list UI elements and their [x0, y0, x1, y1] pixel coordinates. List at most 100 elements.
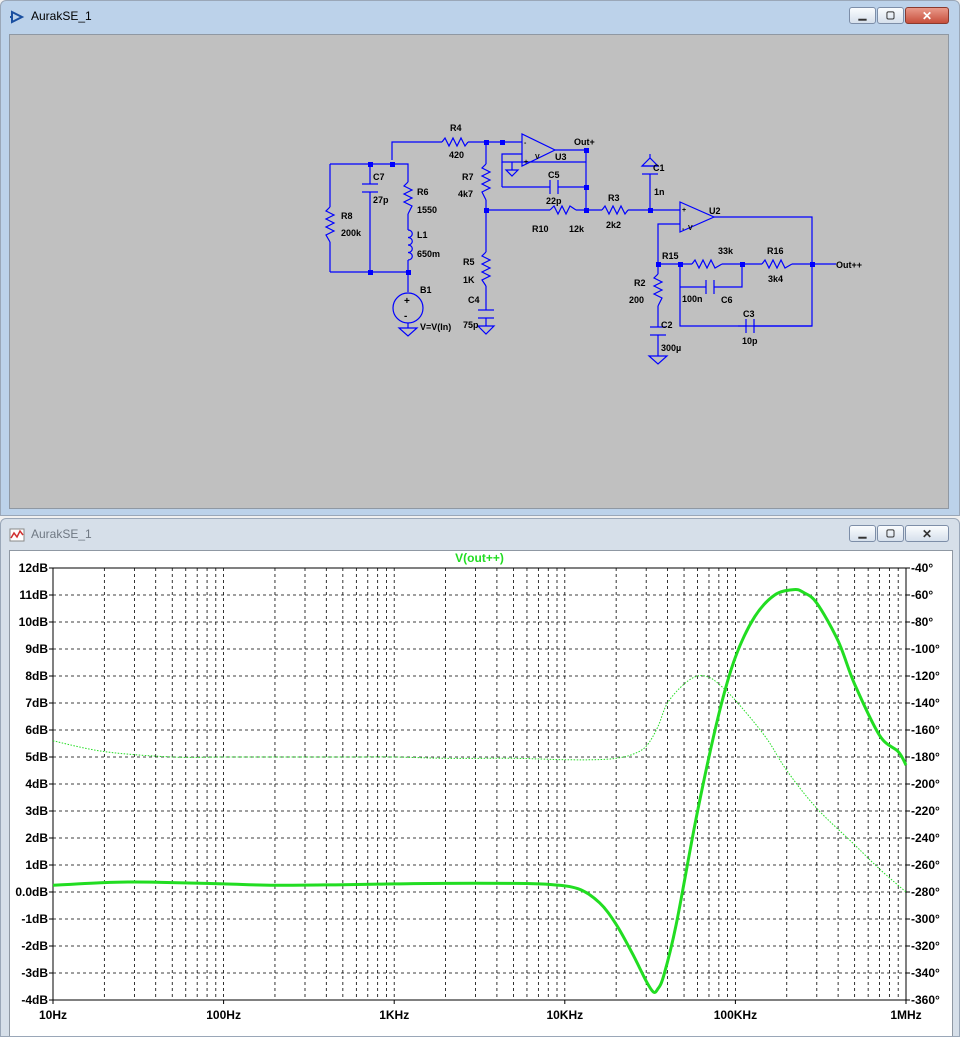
svg-text:V: V — [688, 225, 693, 232]
label-R15-name: R15 — [662, 251, 679, 261]
schematic-window-controls: ▁ ▢ ✕ — [848, 7, 949, 24]
plot-series — [52, 588, 908, 994]
svg-text:+: + — [404, 296, 410, 307]
y-right-tick-label: -120° — [911, 669, 940, 683]
label-C2-name: C2 — [661, 320, 673, 330]
close-button[interactable]: ✕ — [905, 7, 949, 24]
y-right-tick-label: -140° — [911, 696, 940, 710]
label-R6-value: 1550 — [417, 205, 437, 215]
y-left-tick-label: 4dB — [25, 777, 48, 791]
label-R4-name: R4 — [450, 123, 462, 133]
y-right-tick-label: -280° — [911, 885, 940, 899]
svg-text:V: V — [535, 154, 540, 161]
label-R15-value: 33k — [718, 246, 734, 256]
label-C2-value: 300µ — [661, 343, 681, 353]
y-right-tick-label: -160° — [911, 723, 940, 737]
label-C5-value: 22p — [546, 196, 562, 206]
label-R10-value: 12k — [569, 224, 585, 234]
y-right-tick-label: -220° — [911, 804, 940, 818]
y-left-tick-label: 11dB — [19, 588, 48, 602]
plot-area[interactable]: V(out++) 12dB 11dB 10dB 9dB 8dB 7dB 6dB 5dB 4dB 3… — [9, 550, 953, 1037]
plot-maximize-button[interactable]: ▢ — [877, 525, 904, 542]
label-R2-value: 200 — [629, 295, 644, 305]
y-right-tick-label: -300° — [911, 912, 940, 926]
maximize-icon: ▢ — [885, 528, 896, 539]
label-out-plusplus: Out++ — [836, 260, 862, 270]
trace-label[interactable]: V(out++) — [455, 551, 504, 565]
maximize-button[interactable]: ▢ — [877, 7, 904, 24]
x-tick-label: 1MHz — [890, 1008, 921, 1022]
plot-window-title: AurakSE_1 — [31, 527, 92, 541]
label-R16-name: R16 — [767, 246, 784, 256]
label-out-plus: Out+ — [574, 137, 595, 147]
label-C3-name: C3 — [743, 309, 755, 319]
y-left-tick-label: -2dB — [21, 939, 48, 953]
plot-minimize-button[interactable]: ▁ — [849, 525, 876, 542]
minimize-icon: ▁ — [858, 10, 867, 21]
y-right-tick-label: -100° — [911, 642, 940, 656]
plot-window-controls: ▁ ▢ ✕ — [848, 525, 949, 542]
magnitude-trace — [52, 588, 908, 994]
label-C7-name: C7 — [373, 172, 385, 182]
y-right-tick-label: -260° — [911, 858, 940, 872]
close-icon: ✕ — [921, 527, 933, 541]
schematic-window-title: AurakSE_1 — [31, 9, 92, 23]
label-B1-name: B1 — [420, 285, 432, 295]
x-tick-label: 10KHz — [546, 1008, 583, 1022]
label-C7-value: 27p — [373, 195, 389, 205]
schematic-drawing[interactable]: -+ +- VV +- R4 420 R8 200k C7 27p R6 155… — [10, 35, 948, 508]
label-R8-name: R8 — [341, 211, 353, 221]
y-left-tick-label: -1dB — [21, 912, 48, 926]
label-C6-value: 100n — [682, 294, 703, 304]
svg-text:-: - — [524, 140, 527, 147]
x-tick-label: 100KHz — [714, 1008, 757, 1022]
label-U3-name: U3 — [555, 152, 567, 162]
y-left-tick-label: 2dB — [25, 831, 48, 845]
svg-text:-: - — [404, 311, 407, 322]
label-R2-name: R2 — [634, 278, 646, 288]
y-left-tick-label: 8dB — [25, 669, 48, 683]
label-C6-name: C6 — [721, 295, 733, 305]
label-R3-name: R3 — [608, 193, 620, 203]
minimize-button[interactable]: ▁ — [849, 7, 876, 24]
y-left-tick-label: 1dB — [25, 858, 48, 872]
plot-grid — [53, 568, 906, 1000]
label-C1-value: 1n — [654, 187, 665, 197]
y-left-tick-label: -4dB — [21, 993, 48, 1007]
y-right-tick-label: -180° — [911, 750, 940, 764]
y-left-tick-label: 6dB — [25, 723, 48, 737]
plot-close-button[interactable]: ✕ — [905, 525, 949, 542]
y-left-tick-label: 12dB — [19, 561, 49, 575]
y-left-tick-label: 3dB — [25, 804, 48, 818]
schematic-titlebar[interactable]: AurakSE_1 ▁ ▢ ✕ — [1, 1, 959, 31]
plot-window[interactable]: AurakSE_1 ▁ ▢ ✕ V(out++) 12dB 11dB 10dB 9dB… — [0, 518, 960, 1037]
x-tick-label: 10Hz — [39, 1008, 67, 1022]
schematic-window[interactable]: AurakSE_1 ▁ ▢ ✕ - + + - V V + - R4 420 R… — [0, 0, 960, 516]
bode-plot[interactable]: V(out++) 12dB 11dB 10dB 9dB 8dB 7dB 6dB 5dB 4dB 3… — [10, 551, 952, 1037]
label-R5-name: R5 — [463, 257, 475, 267]
schematic-canvas[interactable]: - + + - VV + - R4 420 R8 200k C7 27p R6 155… — [9, 34, 949, 509]
y-right-tick-label: -240° — [911, 831, 940, 845]
y-left-tick-label: 5dB — [25, 750, 48, 764]
label-C3-value: 10p — [742, 336, 758, 346]
y-left-tick-label: 0.0dB — [15, 885, 48, 899]
plot-titlebar[interactable]: AurakSE_1 ▁ ▢ ✕ — [1, 519, 959, 549]
waveform-app-icon — [9, 528, 25, 542]
y-right-tick-label: -60° — [911, 588, 933, 602]
label-L1-value: 650m — [417, 249, 440, 259]
y-left-tick-label: 10dB — [19, 615, 49, 629]
label-B1-value: V=V(In) — [420, 322, 451, 332]
label-R6-name: R6 — [417, 187, 429, 197]
label-U2-name: U2 — [709, 206, 721, 216]
y-right-tick-label: -360° — [911, 993, 940, 1007]
minimize-icon: ▁ — [858, 528, 867, 539]
label-R3-value: 2k2 — [606, 220, 621, 230]
y-left-tick-label: 7dB — [25, 696, 48, 710]
y-right-tick-label: -80° — [911, 615, 933, 629]
label-R7-value: 4k7 — [458, 189, 473, 199]
label-R16-value: 3k4 — [768, 274, 783, 284]
y-right-tick-label: -200° — [911, 777, 940, 791]
label-C4-name: C4 — [468, 295, 480, 305]
label-C4-value: 75p — [463, 320, 479, 330]
label-R4-value: 420 — [449, 150, 464, 160]
